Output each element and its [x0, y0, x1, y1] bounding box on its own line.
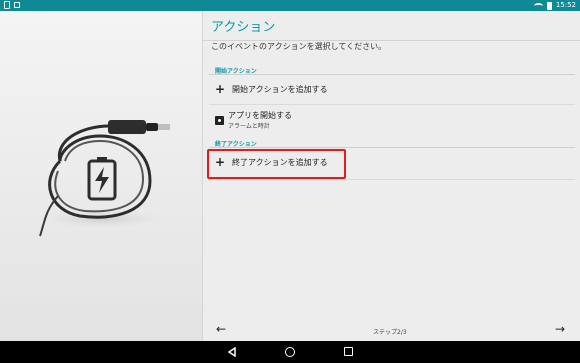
- highlight-box: [207, 149, 346, 179]
- usb-plug: [146, 123, 158, 131]
- add-start-action-button[interactable]: + 開始アクションを追加する: [215, 83, 328, 95]
- next-arrow-icon[interactable]: →: [555, 322, 565, 336]
- nav-recent-apps-icon[interactable]: [344, 347, 353, 356]
- usb-connector: [108, 120, 146, 134]
- lightning-icon: [95, 167, 109, 193]
- start-app-label: アプリを開始する: [228, 111, 292, 120]
- battery-icon: [546, 1, 552, 10]
- start-app-sub: アラームと時計: [228, 123, 270, 130]
- section-divider-start: [209, 74, 575, 75]
- step-indicator: ステップ2/3: [373, 329, 407, 336]
- sd-card-icon: [4, 1, 10, 9]
- usb-tip: [158, 124, 170, 130]
- status-bar: 15:52: [0, 0, 580, 11]
- wifi-icon: [533, 2, 543, 9]
- row-divider: [209, 179, 575, 180]
- back-arrow-icon[interactable]: ←: [216, 322, 226, 336]
- alarm-clock-app-icon: [215, 115, 224, 125]
- page-subtitle: このイベントのアクションを選択してください。: [211, 42, 387, 51]
- plus-icon: +: [215, 82, 226, 96]
- page-title: アクション: [211, 20, 276, 35]
- action-page: アクション このイベントのアクションを選択してください。 開始アクション + 開…: [203, 11, 580, 341]
- start-app-item[interactable]: アプリを開始する アラームと時計: [215, 110, 292, 130]
- navigation-bar: [0, 341, 580, 363]
- nav-home-icon[interactable]: [285, 347, 295, 357]
- add-start-action-label: 開始アクションを追加する: [232, 84, 328, 94]
- section-divider-end: [209, 147, 575, 148]
- clock: 15:52: [555, 1, 576, 9]
- illustration-panel: [0, 11, 203, 341]
- row-divider: [209, 104, 575, 105]
- start-app-text: アプリを開始する アラームと時計: [228, 110, 292, 130]
- battery-cap: [97, 157, 107, 162]
- screenshot-icon: [14, 2, 20, 8]
- nav-back-icon[interactable]: [227, 347, 237, 357]
- status-left-icons: [4, 1, 20, 9]
- charger-illustration: [32, 120, 172, 237]
- status-right-icons: 15:52: [533, 1, 576, 10]
